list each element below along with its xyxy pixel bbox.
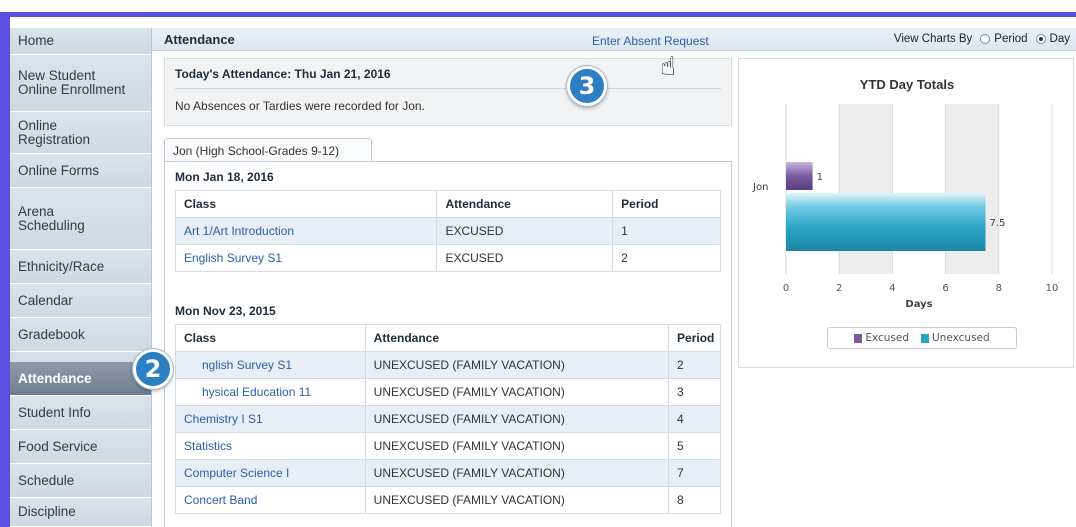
period-value: 2 <box>668 351 721 379</box>
todays-attendance-title: Today's Attendance: Thu Jan 21, 2016 <box>175 67 391 81</box>
data-label-unexcused: 7.5 <box>990 218 1006 229</box>
sidebar-item-new-student-online-enrollment[interactable]: New Student Online Enrollment <box>10 55 151 112</box>
legend-swatch-excused <box>854 333 863 343</box>
period-value: 5 <box>668 432 721 460</box>
legend-item-unexcused[interactable]: Unexcused <box>921 332 990 344</box>
attendance-date-heading: Mon Jan 18, 2016 <box>175 170 274 184</box>
attendance-status: EXCUSED <box>436 244 614 272</box>
attendance-table: Class Attendance Period Art 1/Art Introd… <box>174 190 721 272</box>
period-radio-label[interactable]: Period <box>994 33 1027 45</box>
attendance-date-heading: Mon Nov 23, 2015 <box>175 304 276 318</box>
todays-attendance-box: Today's Attendance: Thu Jan 21, 2016 No … <box>164 58 732 126</box>
x-tick-label: 8 <box>996 283 1002 294</box>
ytd-bar-chart: 0 2 4 6 8 10 Days Jon 1 7.5 <box>752 104 1059 310</box>
class-link[interactable]: English Survey S1 <box>174 244 438 272</box>
window-frame-left <box>0 17 10 527</box>
period-value: 3 <box>668 378 721 406</box>
view-charts-toggle: View Charts By Period Day <box>894 33 1070 45</box>
column-header-attendance: Attendance <box>436 190 614 218</box>
attendance-status: UNEXCUSED (FAMILY VACATION) <box>364 486 670 514</box>
table-header-row: Class Attendance Period <box>175 324 721 352</box>
x-tick-label: 4 <box>889 283 895 294</box>
page-title: Attendance <box>164 32 235 47</box>
table-row: English Survey S1 EXCUSED 2 <box>174 244 721 272</box>
period-value: 7 <box>668 459 721 487</box>
ytd-chart-panel: YTD Day Totals 0 2 4 6 8 10 Days Jon 1 7.5 Excuse… <box>738 58 1074 368</box>
x-tick-label: 2 <box>836 283 842 294</box>
day-radio-label[interactable]: Day <box>1050 33 1070 45</box>
table-row: Chemistry I S1 UNEXCUSED (FAMILY VACATIO… <box>175 405 721 433</box>
sidebar-item-online-registration[interactable]: Online Registration <box>10 112 151 154</box>
class-link[interactable]: Art 1/Art Introduction <box>174 217 438 245</box>
sidebar-item-discipline[interactable]: Discipline <box>10 498 151 527</box>
attendance-status: UNEXCUSED (FAMILY VACATION) <box>364 459 670 487</box>
hand-pointer-cursor-icon: ☝ <box>660 52 676 82</box>
category-label: Jon <box>752 182 768 193</box>
table-row: Statistics UNEXCUSED (FAMILY VACATION) 5 <box>175 432 721 460</box>
attendance-table: Class Attendance Period nglish Survey S1… <box>175 324 721 514</box>
sidebar-item-calendar[interactable]: Calendar <box>10 284 151 318</box>
attendance-status: UNEXCUSED (FAMILY VACATION) <box>364 405 670 433</box>
class-link[interactable]: hysical Education 11 <box>175 378 366 406</box>
period-value: 4 <box>668 405 721 433</box>
main-content: Attendance Enter Absent Request View Cha… <box>152 28 1076 527</box>
page-header: Attendance Enter Absent Request View Cha… <box>152 28 1076 51</box>
class-link[interactable]: Concert Band <box>175 486 366 514</box>
chart-legend: Excused Unexcused <box>827 327 1017 349</box>
attendance-status: UNEXCUSED (FAMILY VACATION) <box>364 432 670 460</box>
sidebar-item-arena-scheduling[interactable]: Arena Scheduling <box>10 188 151 250</box>
table-header-row: Class Attendance Period <box>174 190 721 218</box>
sidebar-item-student-info[interactable]: Student Info <box>10 396 151 430</box>
x-tick-label: 10 <box>1046 283 1059 294</box>
attendance-records-panel: Mon Jan 18, 2016 Class Attendance Period… <box>164 161 732 527</box>
sidebar-item-gradebook[interactable]: Gradebook <box>10 318 151 352</box>
column-header-period: Period <box>612 190 721 218</box>
table-row: Computer Science I UNEXCUSED (FAMILY VAC… <box>175 459 721 487</box>
sidebar-item-food-service[interactable]: Food Service <box>10 430 151 464</box>
class-link[interactable]: Statistics <box>175 432 366 460</box>
sidebar-item-attendance[interactable]: Attendance <box>10 362 151 396</box>
period-value: 1 <box>612 217 721 245</box>
sidebar-nav: Home New Student Online Enrollment Onlin… <box>10 28 152 527</box>
callout-badge-3: 3 <box>567 66 607 106</box>
sidebar-item-online-forms[interactable]: Online Forms <box>10 154 151 188</box>
legend-swatch-unexcused <box>921 333 929 343</box>
sidebar-item-home[interactable]: Home <box>10 28 151 55</box>
table-row: nglish Survey S1 UNEXCUSED (FAMILY VACAT… <box>175 351 721 379</box>
period-radio[interactable] <box>980 34 991 44</box>
table-row: Art 1/Art Introduction EXCUSED 1 <box>174 217 721 245</box>
column-header-class: Class <box>175 324 366 352</box>
bar-excused <box>786 162 813 190</box>
column-header-class: Class <box>174 190 438 218</box>
class-link[interactable]: nglish Survey S1 <box>175 351 366 379</box>
period-value: 2 <box>612 244 721 272</box>
table-row: hysical Education 11 UNEXCUSED (FAMILY V… <box>175 378 721 406</box>
bar-unexcused <box>786 193 986 251</box>
column-header-attendance: Attendance <box>364 324 670 352</box>
period-value: 8 <box>668 486 721 514</box>
student-tab[interactable]: Jon (High School-Grades 9-12) <box>164 138 372 162</box>
window-frame-top <box>0 0 1076 22</box>
legend-item-excused[interactable]: Excused <box>854 332 909 344</box>
enter-absent-request-link[interactable]: Enter Absent Request <box>592 34 709 48</box>
x-tick-label: 0 <box>783 283 789 294</box>
x-axis-label: Days <box>905 299 932 310</box>
sidebar-item-ethnicity-race[interactable]: Ethnicity/Race <box>10 250 151 284</box>
view-charts-label: View Charts By <box>893 33 973 45</box>
class-link[interactable]: Chemistry I S1 <box>175 405 366 433</box>
attendance-status: UNEXCUSED (FAMILY VACATION) <box>364 378 670 406</box>
divider <box>175 88 721 89</box>
attendance-status: EXCUSED <box>436 217 614 245</box>
x-tick-label: 6 <box>942 283 948 294</box>
data-label-excused: 1 <box>817 172 823 183</box>
column-header-period: Period <box>668 324 721 352</box>
callout-badge-2: 2 <box>133 349 173 389</box>
todays-attendance-message: No Absences or Tardies were recorded for… <box>175 99 425 113</box>
class-link[interactable]: Computer Science I <box>175 459 366 487</box>
sidebar-item-schedule[interactable]: Schedule <box>10 464 151 498</box>
day-radio[interactable] <box>1035 34 1046 44</box>
table-row: Concert Band UNEXCUSED (FAMILY VACATION)… <box>175 486 721 514</box>
attendance-status: UNEXCUSED (FAMILY VACATION) <box>364 351 670 379</box>
